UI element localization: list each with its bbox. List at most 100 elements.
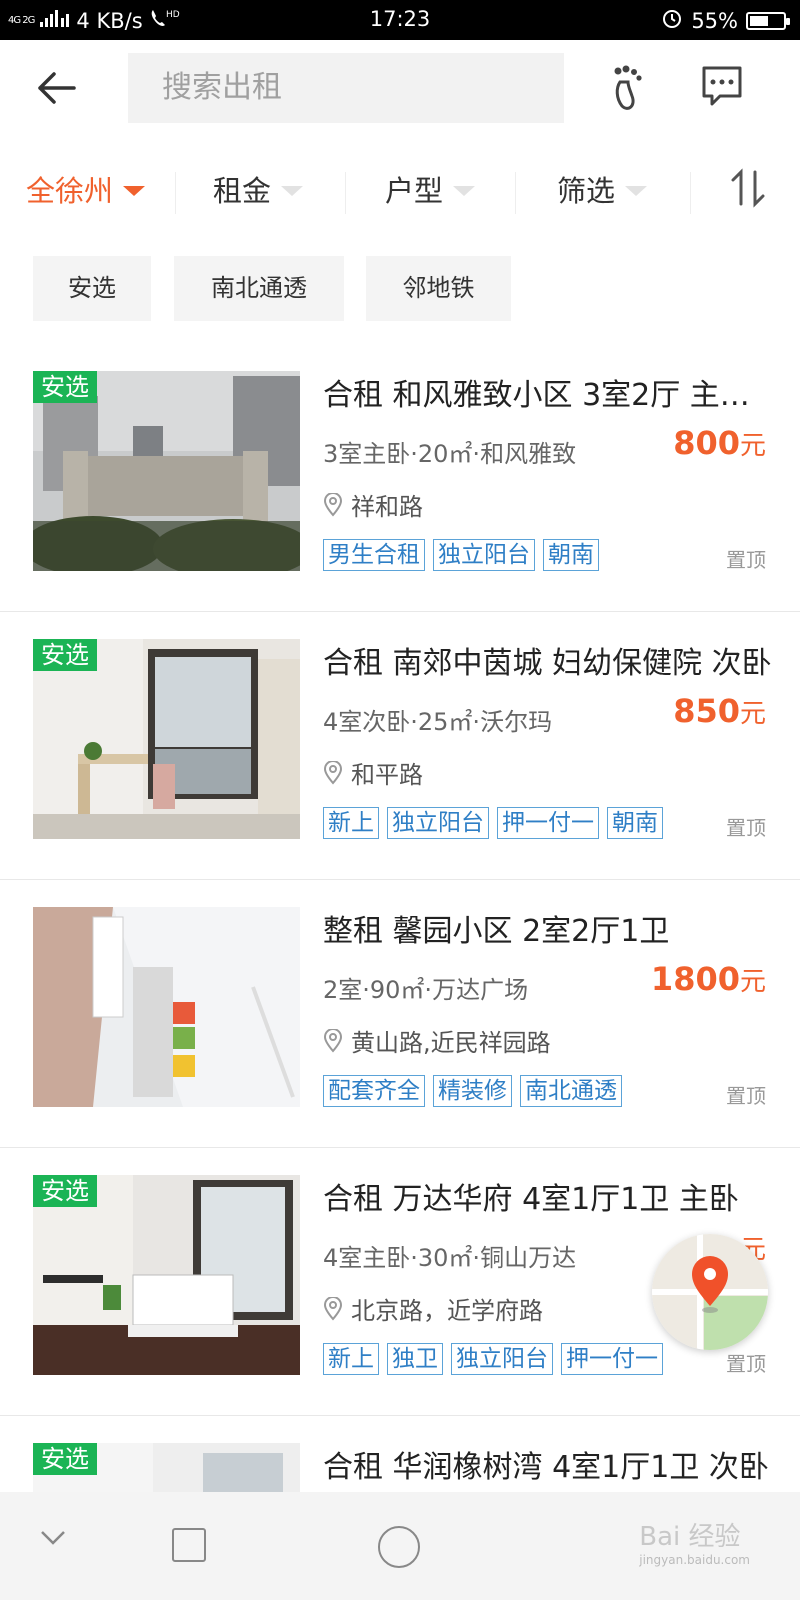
price-value: 800 (673, 424, 740, 462)
status-bar: 4G 2G 4 KB/s HD 17:23 55% (0, 0, 800, 40)
header: 搜索出租 (0, 40, 800, 140)
sort-icon (731, 168, 765, 208)
filter-area-label: 全徐州 (26, 174, 114, 208)
battery-fill (750, 15, 768, 26)
caret-down-icon (453, 186, 476, 196)
price-value: 850 (673, 692, 740, 730)
watermark-logo: Bai 经验 jingyan.baidu.com (639, 1516, 750, 1567)
location-text: 黄山路,近民祥园路 (351, 1029, 551, 1057)
listing-title: 合租 南郊中茵城 妇幼保健院 次卧 (323, 646, 772, 681)
listing-item[interactable]: 安选 合租 南郊中茵城 妇幼保健院 次卧 4室次卧·25㎡·沃尔玛 850元 和… (0, 612, 800, 880)
home-button[interactable] (378, 1526, 420, 1568)
listing-title: 合租 万达华府 4室1厅1卫 主卧 (323, 1182, 739, 1217)
caret-down-icon (281, 186, 304, 196)
listing-item[interactable]: 整租 馨园小区 2室2厅1卫 2室·90㎡·万达广场 1800元 黄山路,近民祥… (0, 880, 800, 1148)
filter-layout[interactable]: 户型 (385, 168, 476, 210)
listing-meta: 2室·90㎡·万达广场 (323, 976, 529, 1004)
tag: 南北通透 (520, 1075, 622, 1107)
listing-price: 850元 (673, 692, 766, 730)
listing-item[interactable]: 安选 合租 和风雅致小区 3室2厅 主卧 和风雅致 3室主卧·20㎡·和风雅致 … (0, 344, 800, 612)
location-pin-icon (323, 1296, 343, 1321)
listing-photo (33, 907, 300, 1107)
listing-price: 800元 (673, 424, 766, 462)
listing-meta: 4室次卧·25㎡·沃尔玛 (323, 708, 553, 736)
anxuan-badge: 安选 (33, 639, 97, 671)
arrow-left-icon (38, 72, 76, 104)
divider (515, 172, 516, 214)
tag: 配套齐全 (323, 1075, 425, 1107)
listing-item[interactable]: 安选 合租 华润橡树湾 4室1厅1卫 次卧 (0, 1416, 800, 1492)
divider (690, 172, 691, 214)
listing-tags: 新上 独立阳台 押一付一 朝南 (323, 807, 663, 839)
filter-area[interactable]: 全徐州 (26, 168, 146, 210)
battery-icon (746, 11, 790, 30)
listing-tags: 男生合租 独立阳台 朝南 (323, 539, 599, 571)
chat-icon (702, 66, 742, 106)
listing-photo: 安选 (33, 371, 300, 571)
price-unit: 元 (739, 699, 766, 729)
listing-photo: 安选 (33, 1443, 300, 1492)
recent-apps-button[interactable] (172, 1528, 206, 1562)
filter-bar: 全徐州 租金 户型 筛选 (0, 150, 800, 230)
watermark-text: Bai 经验 (639, 1522, 741, 1552)
battery-percent: 55% (691, 8, 738, 33)
listing-location: 北京路，近学府路 (323, 1291, 543, 1326)
listing-photo: 安选 (33, 1175, 300, 1375)
filter-layout-label: 户型 (385, 174, 444, 208)
location-pin-icon (323, 760, 343, 785)
tag: 独立阳台 (451, 1343, 553, 1375)
tag: 朝南 (543, 539, 599, 571)
listing-meta: 3室主卧·20㎡·和风雅致 (323, 440, 577, 468)
map-pin-icon (652, 1234, 768, 1350)
divider (175, 172, 176, 214)
anxuan-badge: 安选 (33, 371, 97, 403)
message-button[interactable] (700, 64, 748, 112)
location-pin-icon (323, 492, 343, 517)
tag: 朝南 (607, 807, 663, 839)
chip-north-south[interactable]: 南北通透 (174, 256, 344, 321)
tag: 押一付一 (561, 1343, 663, 1375)
price-value: 1800 (650, 960, 740, 998)
listing-location: 祥和路 (323, 487, 423, 522)
footprint-button[interactable] (606, 64, 652, 114)
price-unit: 元 (739, 431, 766, 461)
location-text: 和平路 (351, 761, 423, 789)
sort-button[interactable] (728, 168, 772, 212)
tag: 独立阳台 (387, 807, 489, 839)
location-text: 祥和路 (351, 493, 423, 521)
caret-down-icon (625, 186, 648, 196)
filter-rent-label: 租金 (213, 174, 272, 208)
tag: 新上 (323, 1343, 379, 1375)
tag: 独立阳台 (433, 539, 535, 571)
divider (345, 172, 346, 214)
pinned-label: 置顶 (726, 548, 766, 572)
chevron-down-icon (41, 1531, 65, 1545)
listing-tags: 配套齐全 精装修 南北通透 (323, 1075, 622, 1107)
footprint-icon (614, 65, 642, 110)
search-input[interactable]: 搜索出租 (128, 53, 564, 123)
filter-more-label: 筛选 (557, 174, 616, 208)
filter-rent[interactable]: 租金 (213, 168, 304, 210)
tag: 独卫 (387, 1343, 443, 1375)
chip-near-metro[interactable]: 邻地铁 (366, 256, 511, 321)
location-pin-icon (323, 1028, 343, 1053)
system-nav-bar: Bai 经验 jingyan.baidu.com (0, 1492, 800, 1600)
listing-title: 合租 和风雅致小区 3室2厅 主卧 和风雅致 (323, 378, 773, 413)
watermark-url: jingyan.baidu.com (639, 1553, 750, 1567)
tag: 精装修 (433, 1075, 512, 1107)
back-button[interactable] (34, 66, 94, 116)
chip-anxuan[interactable]: 安选 (33, 256, 151, 321)
listing-title: 合租 华润橡树湾 4室1厅1卫 次卧 (323, 1450, 769, 1485)
tag: 男生合租 (323, 539, 425, 571)
location-text: 北京路，近学府路 (351, 1297, 543, 1325)
anxuan-badge: 安选 (33, 1175, 97, 1207)
nav-collapse-button[interactable] (38, 1528, 68, 1552)
caret-down-icon (123, 186, 146, 196)
listing-title: 整租 馨园小区 2室2厅1卫 (323, 914, 670, 949)
pinned-label: 置顶 (726, 816, 766, 840)
listing-photo: 安选 (33, 639, 300, 839)
filter-more[interactable]: 筛选 (557, 168, 648, 210)
tag: 新上 (323, 807, 379, 839)
map-button[interactable] (652, 1234, 768, 1350)
tag: 押一付一 (497, 807, 599, 839)
